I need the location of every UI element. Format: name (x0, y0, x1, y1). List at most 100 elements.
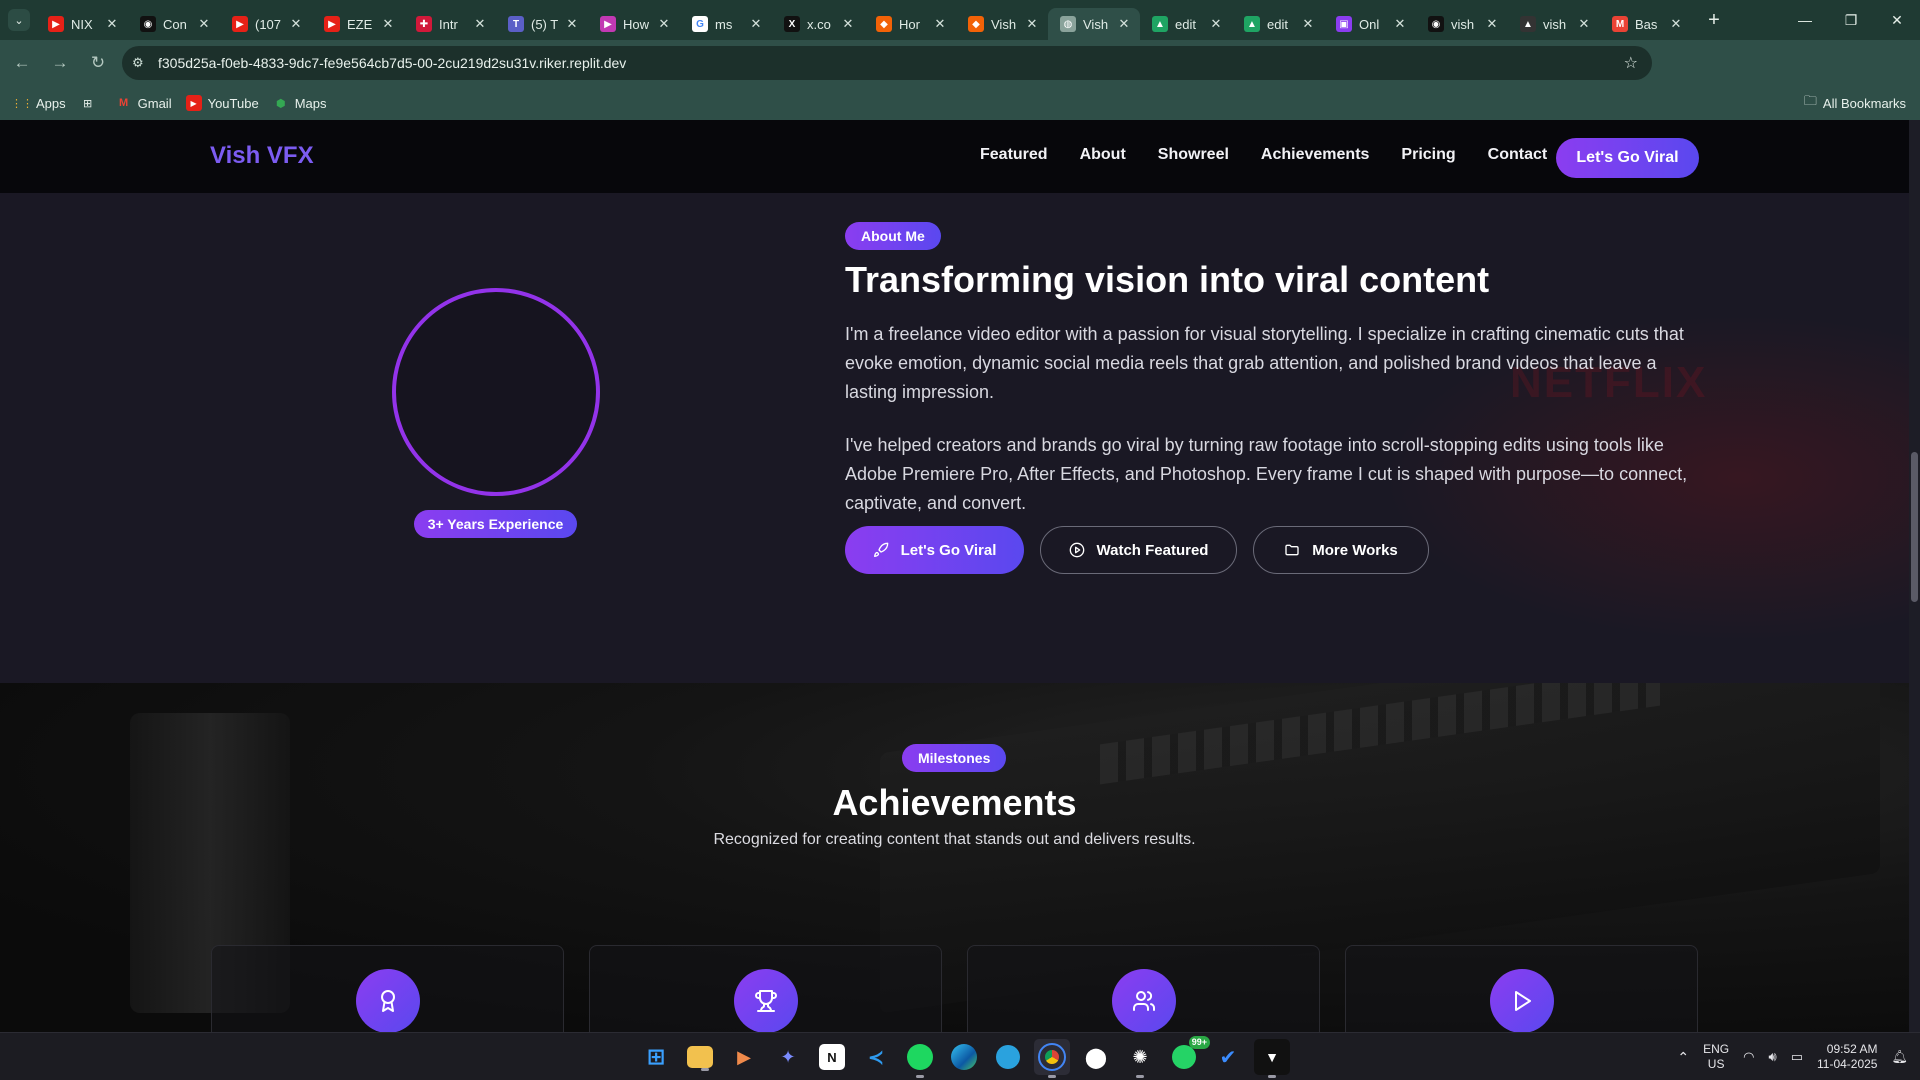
browser-tab[interactable]: Xx.co ✕ (772, 8, 864, 40)
tab-title: edit (1267, 16, 1288, 32)
close-window-button[interactable]: ✕ (1874, 0, 1920, 40)
tab-search-button[interactable]: ⌄ (8, 9, 30, 31)
browser-tab[interactable]: ◆ Vish ✕ (956, 8, 1048, 40)
page-scrollbar[interactable] (1909, 120, 1920, 1032)
scrollbar-thumb[interactable] (1911, 452, 1918, 602)
language-code: ENG (1703, 1042, 1730, 1056)
browser-tab[interactable]: ▲ edit ✕ (1140, 8, 1232, 40)
close-tab-icon[interactable]: ✕ (1576, 16, 1592, 32)
browser-tab[interactable]: ◍ Vish ✕ (1048, 8, 1140, 40)
browser-tab[interactable]: T (5) T ✕ (496, 8, 588, 40)
close-tab-icon[interactable]: ✕ (288, 16, 304, 32)
bookmark-maps[interactable]: ⬢ Maps (273, 95, 327, 111)
browser-tab[interactable]: ▶ NIX ✕ (36, 8, 128, 40)
site-info-icon[interactable]: ⚙ (132, 55, 154, 71)
browser-tab[interactable]: ✚ Intr ✕ (404, 8, 496, 40)
new-tab-button[interactable]: + (1700, 6, 1728, 34)
chevron-up-icon[interactable]: ⌃ (1677, 1049, 1689, 1066)
bookmark-star-icon[interactable]: ☆ (1624, 53, 1638, 73)
chrome-icon[interactable] (1034, 1039, 1070, 1078)
close-tab-icon[interactable]: ✕ (196, 16, 212, 32)
bookmark-gmail[interactable]: M Gmail (116, 95, 172, 111)
watch-featured-button[interactable]: Watch Featured (1040, 526, 1237, 574)
file-explorer-icon[interactable] (687, 1046, 713, 1071)
address-bar[interactable]: ⚙ f305d25a-f0eb-4833-9dc7-fe9e564cb7d5-0… (122, 46, 1652, 80)
back-button[interactable]: ← (6, 47, 38, 79)
whatsapp-icon[interactable]: 99+ (1166, 1036, 1210, 1075)
close-tab-icon[interactable]: ✕ (1668, 16, 1684, 32)
browser-tab[interactable]: ▶ How ✕ (588, 8, 680, 40)
close-tab-icon[interactable]: ✕ (564, 16, 580, 32)
github-icon: ◉ (1428, 16, 1444, 32)
minimize-button[interactable]: — (1782, 0, 1828, 40)
notion-icon[interactable]: N (819, 1044, 845, 1070)
wifi-icon[interactable]: ◠ (1743, 1049, 1754, 1065)
edge-icon[interactable] (946, 1039, 982, 1075)
nav-link-pricing[interactable]: Pricing (1401, 146, 1455, 164)
notification-bell-icon[interactable]: 🔔︎ (1891, 1049, 1908, 1065)
apps-grid-icon: ⋮⋮ (11, 97, 33, 110)
close-tab-icon[interactable]: ✕ (1116, 16, 1132, 32)
close-tab-icon[interactable]: ✕ (1024, 16, 1040, 32)
github-desktop-icon[interactable]: ⬤ (1078, 1039, 1114, 1075)
input-language[interactable]: ENG US (1703, 1042, 1729, 1072)
nav-link-showreel[interactable]: Showreel (1158, 146, 1229, 164)
experience-badge: 3+ Years Experience (414, 510, 577, 538)
browser-tab[interactable]: ▲ vish ✕ (1508, 8, 1600, 40)
nav-link-about[interactable]: About (1080, 146, 1126, 164)
restore-button[interactable]: ❐ (1828, 0, 1874, 40)
terminal-icon[interactable]: ▼ (1254, 1039, 1290, 1078)
browser-tab[interactable]: ◉ Con ✕ (128, 8, 220, 40)
spotify-icon[interactable] (902, 1039, 938, 1078)
volume-icon[interactable]: 🔊︎ (1768, 1049, 1776, 1065)
nav-link-contact[interactable]: Contact (1488, 146, 1548, 164)
profile-avatar-ring (392, 288, 600, 496)
more-works-button[interactable]: More Works (1253, 526, 1429, 574)
close-tab-icon[interactable]: ✕ (656, 16, 672, 32)
tab-groups-button[interactable]: ⊞ (80, 95, 102, 111)
browser-tab[interactable]: ▶ (107 ✕ (220, 8, 312, 40)
browser-tab[interactable]: ◉ vish ✕ (1416, 8, 1508, 40)
nav-link-achievements[interactable]: Achievements (1261, 146, 1370, 164)
close-tab-icon[interactable]: ✕ (1392, 16, 1408, 32)
site-logo[interactable]: Vish VFX (210, 142, 314, 170)
forward-button[interactable]: → (44, 47, 76, 79)
close-tab-icon[interactable]: ✕ (1208, 16, 1224, 32)
telegram-icon[interactable] (990, 1039, 1026, 1075)
browser-tab[interactable]: Gms ✕ (680, 8, 772, 40)
browser-tab[interactable]: ▲ edit ✕ (1232, 8, 1324, 40)
vscode-icon[interactable]: ≺ (858, 1039, 894, 1075)
battery-icon[interactable]: ▭ (1791, 1049, 1803, 1065)
browser-tab[interactable]: ▣ Onl ✕ (1324, 8, 1416, 40)
taskbar-apps: ⊞ ▶ ✦ N ≺ ⬤ ✺ 99+ ✔ ▼ (638, 1036, 1290, 1078)
browser-tab[interactable]: ◆ Hor ✕ (864, 8, 956, 40)
todo-icon[interactable]: ✔ (1210, 1039, 1246, 1075)
all-bookmarks-button[interactable]: 🗀 All Bookmarks (1804, 86, 1906, 120)
close-tab-icon[interactable]: ✕ (840, 16, 856, 32)
close-tab-icon[interactable]: ✕ (472, 16, 488, 32)
windows-start-icon[interactable]: ⊞ (638, 1039, 674, 1075)
chatgpt-icon[interactable]: ✺ (1122, 1039, 1158, 1078)
close-tab-icon[interactable]: ✕ (932, 16, 948, 32)
about-pill-badge: About Me (845, 222, 941, 250)
close-tab-icon[interactable]: ✕ (104, 16, 120, 32)
url-text[interactable]: f305d25a-f0eb-4833-9dc7-fe9e564cb7d5-00-… (158, 55, 626, 71)
clock[interactable]: 09:52 AM 11-04-2025 (1817, 1042, 1878, 1072)
close-tab-icon[interactable]: ✕ (748, 16, 764, 32)
nav-cta-button[interactable]: Let's Go Viral (1556, 138, 1699, 178)
reload-button[interactable]: ↻ (82, 47, 114, 79)
bookmark-youtube[interactable]: ▶ YouTube (185, 95, 259, 111)
browser-tab[interactable]: M Bas ✕ (1600, 8, 1692, 40)
close-tab-icon[interactable]: ✕ (380, 16, 396, 32)
browser-tab[interactable]: ▶ EZE ✕ (312, 8, 404, 40)
tab-title: Hor (899, 16, 920, 32)
close-tab-icon[interactable]: ✕ (1484, 16, 1500, 32)
bookmark-label: Maps (294, 95, 327, 111)
site-header: Vish VFX Featured About Showreel Achieve… (0, 120, 1909, 193)
copilot-icon[interactable]: ✦ (770, 1039, 806, 1075)
bookmark-apps[interactable]: ⋮⋮ Apps (11, 95, 66, 111)
lets-go-viral-button[interactable]: Let's Go Viral (845, 526, 1024, 574)
media-player-icon[interactable]: ▶ (726, 1039, 762, 1075)
close-tab-icon[interactable]: ✕ (1300, 16, 1316, 32)
nav-link-featured[interactable]: Featured (980, 146, 1048, 164)
